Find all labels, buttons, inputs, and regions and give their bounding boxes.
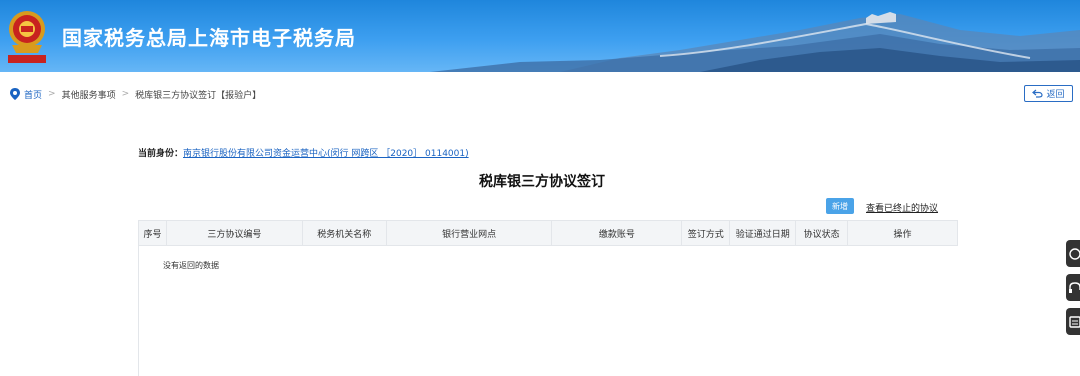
headset-icon xyxy=(1069,281,1080,293)
identity-label: 当前身份： xyxy=(138,149,184,159)
breadcrumb-separator: > xyxy=(48,89,56,99)
help-icon xyxy=(1069,247,1080,260)
column-header: 协议状态 xyxy=(796,221,849,245)
customer-service-button[interactable] xyxy=(1066,274,1080,301)
back-button[interactable]: 返回 xyxy=(1024,85,1073,102)
notebook-icon xyxy=(1069,315,1080,328)
column-header: 缴款账号 xyxy=(552,221,683,245)
notebook-button[interactable] xyxy=(1066,308,1080,335)
help-button[interactable] xyxy=(1066,240,1080,267)
breadcrumb-home[interactable]: 首页 xyxy=(24,88,42,101)
add-button[interactable]: 新增 xyxy=(826,198,854,214)
column-header: 银行营业网点 xyxy=(387,221,553,245)
empty-message: 没有返回的数据 xyxy=(163,261,219,270)
return-arrow-icon xyxy=(1032,89,1044,98)
page-title: 税库银三方协议签订 xyxy=(479,174,605,190)
breadcrumb: 首页 > 其他服务事项 > 税库银三方协议签订【报验户】 xyxy=(10,86,261,102)
agreement-table: 序号 三方协议编号 税务机关名称 银行营业网点 缴款账号 签订方式 验证通过日期… xyxy=(138,220,958,376)
view-terminated-link[interactable]: 查看已终止的协议 xyxy=(866,201,938,214)
site-title: 国家税务总局上海市电子税务局 xyxy=(62,26,356,50)
column-header: 签订方式 xyxy=(682,221,731,245)
side-toolbar xyxy=(1066,240,1080,342)
header-banner: 国家税务总局上海市电子税务局 xyxy=(0,0,1080,72)
column-header: 验证通过日期 xyxy=(730,221,797,245)
current-identity: 当前身份：南京银行股份有限公司资金运营中心(闵行 网跨区 ［2020］ 0114… xyxy=(138,146,469,159)
table-header: 序号 三方协议编号 税务机关名称 银行营业网点 缴款账号 签订方式 验证通过日期… xyxy=(139,220,958,246)
back-button-label: 返回 xyxy=(1046,90,1065,100)
column-header: 税务机关名称 xyxy=(303,221,387,245)
column-header: 操作 xyxy=(848,221,958,245)
breadcrumb-current: 税库银三方协议签订【报验户】 xyxy=(135,90,262,101)
tax-emblem-icon xyxy=(8,11,46,63)
identity-org-link[interactable]: 南京银行股份有限公司资金运营中心(闵行 网跨区 ［2020］ 0114001) xyxy=(183,149,469,159)
column-header: 序号 xyxy=(139,221,167,245)
column-header: 三方协议编号 xyxy=(167,221,303,245)
breadcrumb-other-services[interactable]: 其他服务事项 xyxy=(62,88,116,101)
location-pin-icon xyxy=(10,88,20,100)
breadcrumb-separator: > xyxy=(121,89,130,99)
